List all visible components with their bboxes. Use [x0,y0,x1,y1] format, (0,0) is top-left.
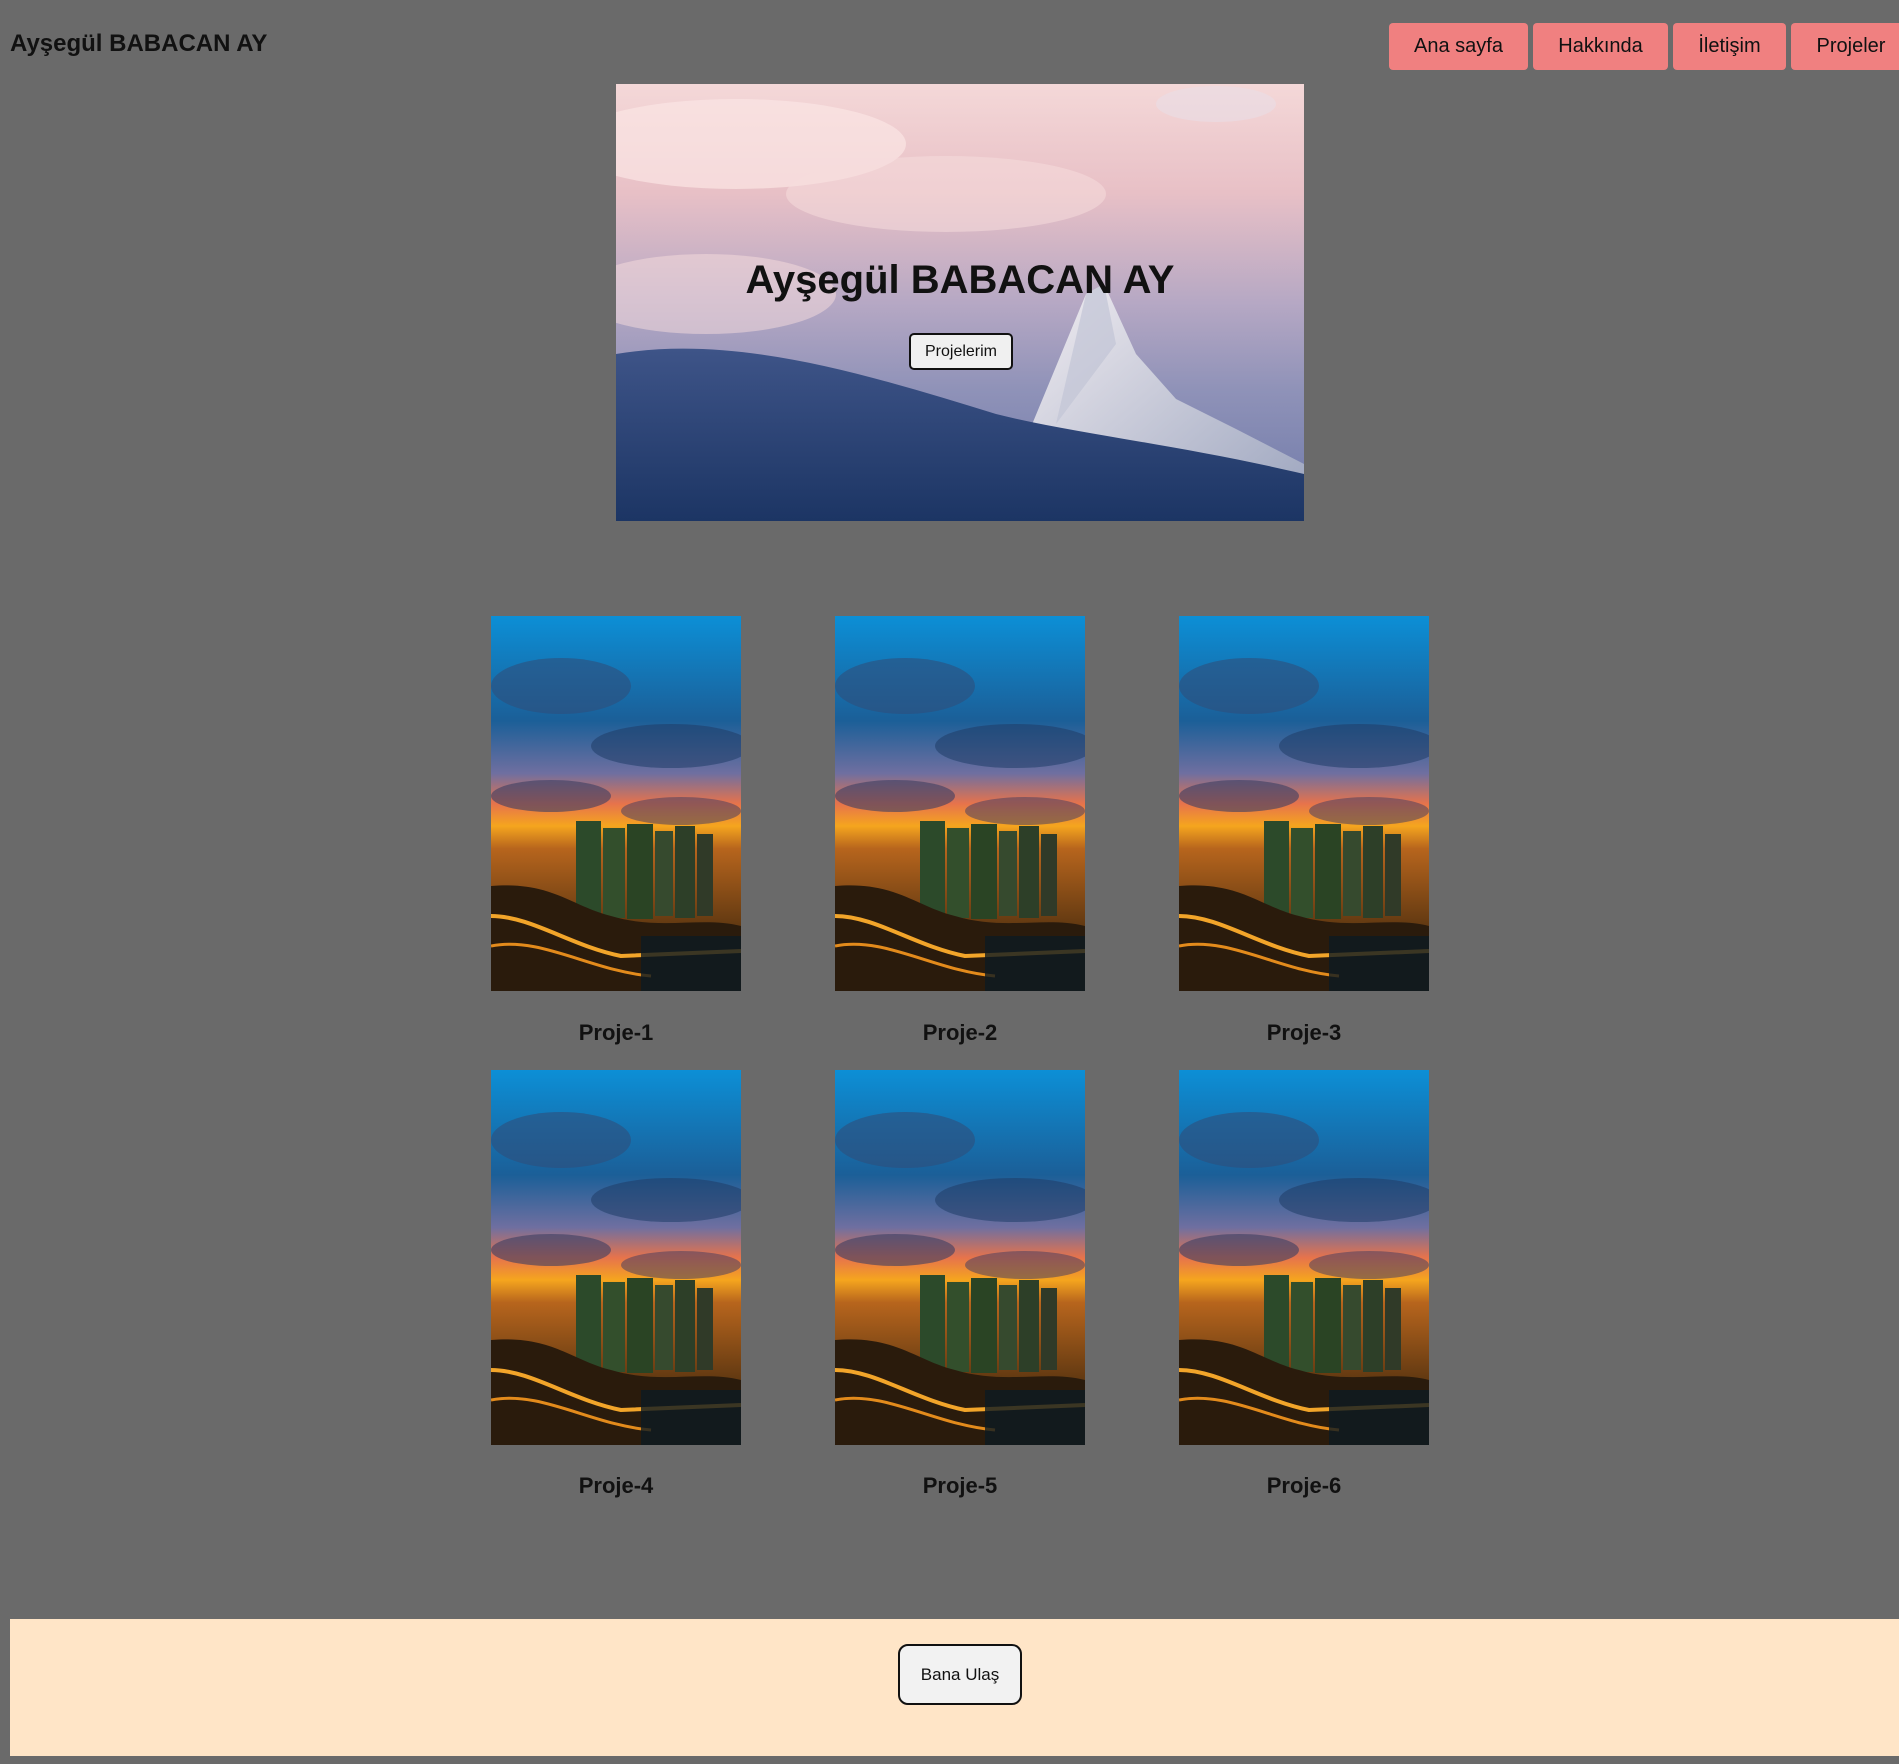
project-1-image[interactable] [491,616,741,991]
project-2-image[interactable] [835,616,1085,991]
hero-banner: Ayşegül BABACAN AY Projelerim [616,84,1304,521]
my-projects-button[interactable]: Projelerim [909,333,1013,370]
site-title: Ayşegül BABACAN AY [10,30,268,57]
project-5-image[interactable] [835,1070,1085,1445]
nav-projects-button[interactable]: Projeler [1791,23,1899,70]
nav-home-button[interactable]: Ana sayfa [1389,23,1528,70]
project-4-image[interactable] [491,1070,741,1445]
footer: Bana Ulaş [10,1619,1899,1756]
project-1-label: Proje-1 [578,1020,654,1045]
contact-me-button[interactable]: Bana Ulaş [898,1644,1022,1705]
project-5-label: Proje-5 [922,1473,998,1498]
project-2-label: Proje-2 [922,1020,998,1045]
hero-title: Ayşegül BABACAN AY [745,258,1175,302]
project-6-image[interactable] [1179,1070,1429,1445]
project-6-label: Proje-6 [1266,1473,1342,1498]
project-3-label: Proje-3 [1266,1020,1342,1045]
nav-contact-button[interactable]: İletişim [1673,23,1786,70]
nav-about-button[interactable]: Hakkında [1533,23,1668,70]
project-4-label: Proje-4 [578,1473,654,1498]
project-3-image[interactable] [1179,616,1429,991]
